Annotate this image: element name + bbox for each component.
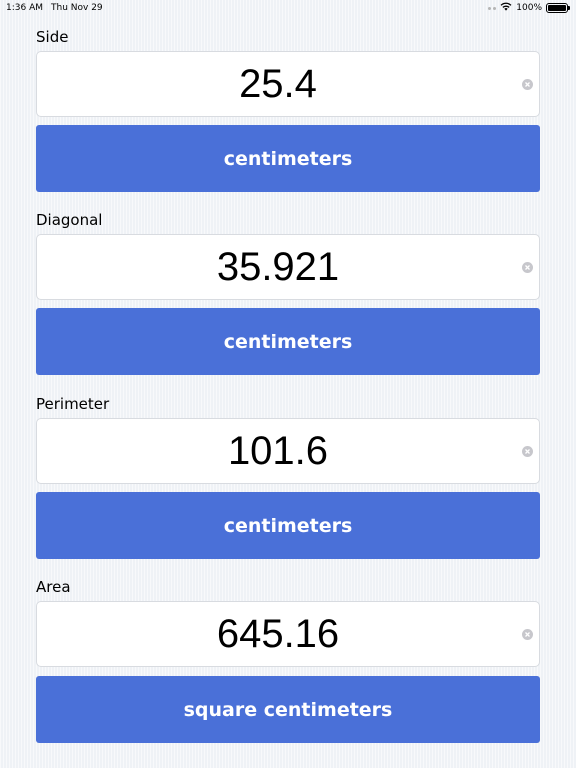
- battery-fill: [548, 5, 566, 11]
- side-value: 25.4: [239, 61, 317, 106]
- status-date: Thu Nov 29: [51, 3, 103, 13]
- status-bar: 1:36 AM Thu Nov 29 100%: [0, 0, 576, 16]
- clear-icon[interactable]: [522, 79, 533, 90]
- area-input[interactable]: 645.16: [36, 601, 540, 667]
- diagonal-input[interactable]: 35.921: [36, 234, 540, 300]
- diagonal-label: Diagonal: [36, 211, 103, 229]
- side-input[interactable]: 25.4: [36, 51, 540, 117]
- status-indicators: 100%: [488, 2, 570, 14]
- area-label: Area: [36, 578, 71, 596]
- perimeter-value: 101.6: [227, 428, 329, 473]
- perimeter-unit-button[interactable]: centimeters: [36, 492, 540, 559]
- area-unit-button[interactable]: square centimeters: [36, 676, 540, 743]
- battery-icon: [546, 3, 570, 13]
- side-label: Side: [36, 28, 69, 46]
- signal-dots-icon: [488, 6, 497, 10]
- perimeter-input[interactable]: 101.6: [36, 418, 540, 484]
- area-value: 645.16: [216, 611, 340, 656]
- clear-icon[interactable]: [522, 629, 533, 640]
- battery-percent: 100%: [516, 3, 542, 13]
- clear-icon[interactable]: [522, 262, 533, 273]
- side-unit-button[interactable]: centimeters: [36, 125, 540, 192]
- clear-icon[interactable]: [522, 446, 533, 457]
- diagonal-value: 35.921: [216, 244, 340, 289]
- perimeter-label: Perimeter: [36, 395, 110, 413]
- diagonal-unit-button[interactable]: centimeters: [36, 308, 540, 375]
- status-time: 1:36 AM: [6, 3, 43, 13]
- wifi-icon: [500, 2, 512, 14]
